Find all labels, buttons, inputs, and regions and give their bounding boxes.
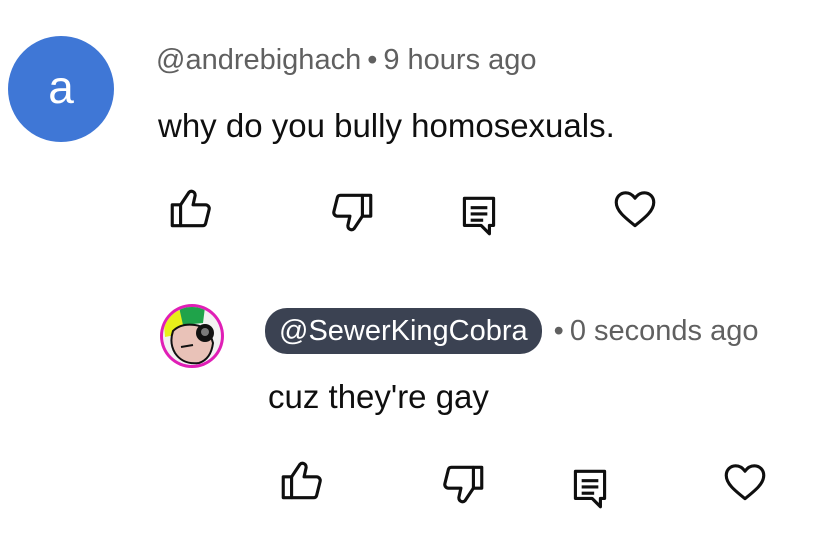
- avatar[interactable]: a: [8, 36, 114, 142]
- comment-meta: @andrebighach • 9 hours ago: [156, 44, 537, 77]
- thumbs-up-icon[interactable]: [277, 456, 327, 506]
- reply-meta: @SewerKingCobra • 0 seconds ago: [265, 308, 758, 354]
- meta-separator: •: [367, 44, 378, 76]
- reply-text: cuz they're gay: [268, 378, 489, 415]
- thumbs-down-icon[interactable]: [438, 459, 488, 509]
- meta-separator: •: [553, 314, 564, 347]
- comment-text: why do you bully homosexuals.: [158, 107, 615, 144]
- reply-author-chip[interactable]: @SewerKingCobra: [265, 308, 542, 354]
- comment-time: 9 hours ago: [383, 44, 537, 76]
- comment-icon[interactable]: [454, 190, 504, 240]
- avatar[interactable]: [159, 303, 225, 369]
- reply-time: 0 seconds ago: [569, 314, 759, 347]
- comment-author[interactable]: @andrebighach: [156, 44, 361, 76]
- heart-icon[interactable]: [720, 457, 770, 507]
- heart-icon[interactable]: [610, 184, 660, 234]
- thumbs-up-icon[interactable]: [166, 184, 216, 234]
- comment-icon[interactable]: [565, 463, 615, 513]
- thumbs-down-icon[interactable]: [327, 187, 377, 237]
